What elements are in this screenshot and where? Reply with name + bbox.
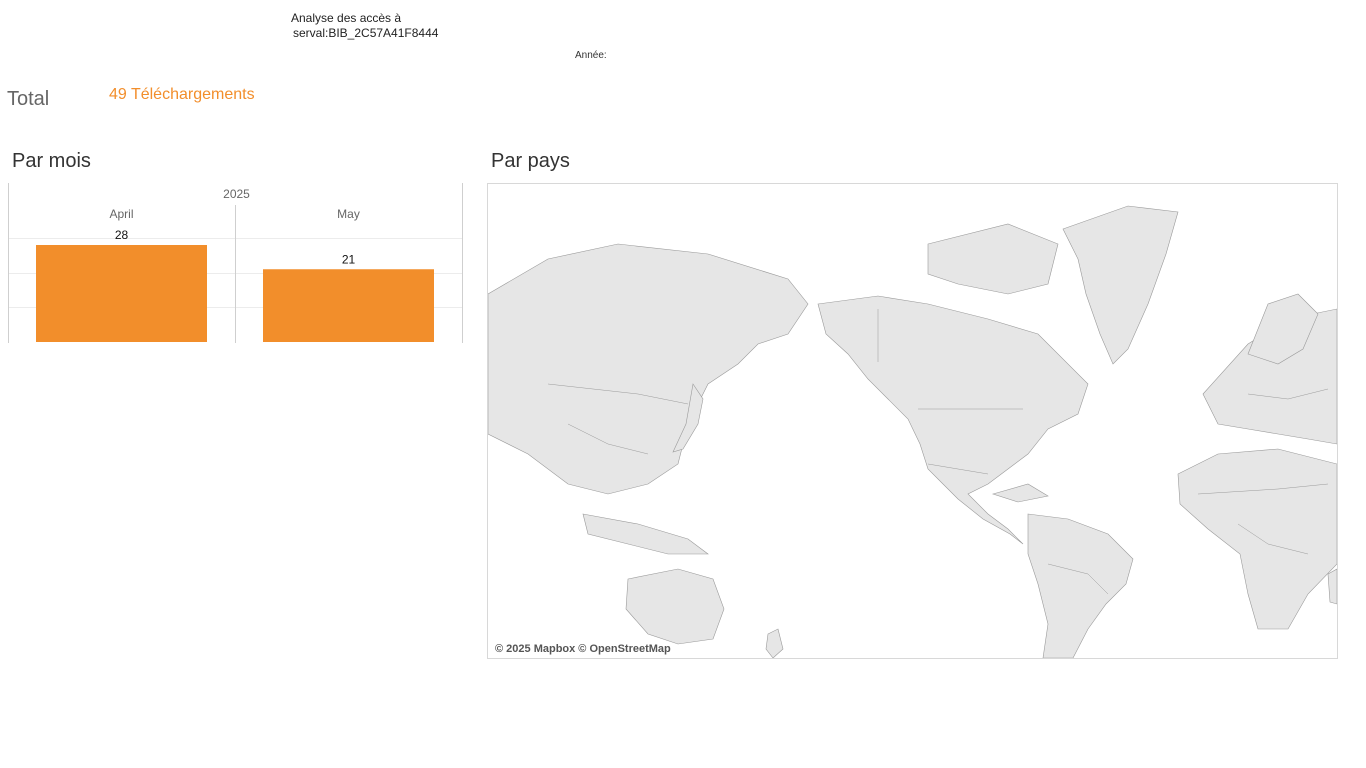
world-map[interactable] (488, 184, 1337, 658)
chart-year-label: 2025 (223, 187, 250, 201)
map-land-caribbean (991, 483, 1049, 503)
chart-value-label: 28 (115, 228, 129, 242)
map-land-australia (625, 568, 725, 645)
total-label: Total (7, 88, 50, 110)
map-land-north-america (817, 295, 1089, 545)
map-land-africa (1177, 448, 1337, 630)
total-value: 49 Téléchargements (109, 86, 255, 103)
map-attribution[interactable]: © 2025 Mapbox © OpenStreetMap (495, 643, 671, 655)
map-land-arctic-islands (927, 223, 1059, 295)
map-land-greenland (1062, 205, 1179, 365)
par-pays-title: Par pays (491, 150, 570, 172)
chart-bar (36, 245, 207, 342)
map-land-new-zealand (765, 628, 784, 658)
monthly-bar-chart-svg: 2025 April 28 May 21 (8, 183, 463, 343)
chart-category-label: April (109, 207, 133, 221)
map-land-asia (488, 243, 809, 495)
chart-value-label: 21 (342, 252, 356, 266)
page-title-line2: serval:BIB_2C57A41F8444 (293, 26, 439, 40)
year-filter-label[interactable]: Année: (575, 50, 607, 61)
chart-bar (263, 269, 434, 342)
map-land-southeast-asia (582, 513, 709, 555)
chart-category-label: May (337, 207, 360, 221)
monthly-bar-chart: 2025 April 28 May 21 (8, 183, 463, 343)
country-map[interactable]: © 2025 Mapbox © OpenStreetMap (487, 183, 1338, 659)
map-land-madagascar (1327, 568, 1337, 605)
map-land-south-america (1027, 513, 1134, 658)
page-title: Analyse des accès à serval:BIB_2C57A41F8… (291, 11, 438, 41)
page-title-line1: Analyse des accès à (291, 11, 402, 25)
par-mois-title: Par mois (12, 150, 91, 172)
